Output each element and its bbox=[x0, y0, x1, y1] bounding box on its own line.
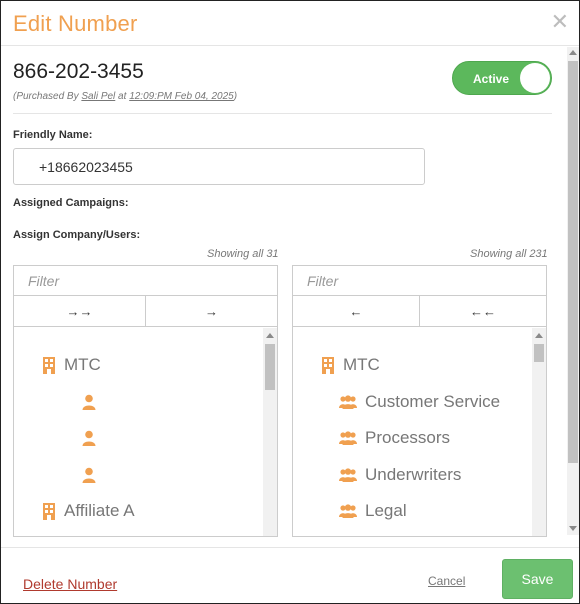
assign-company-users-label: Assign Company/Users: bbox=[13, 229, 141, 241]
edit-number-dialog: Edit Number ✕ 866-202-3455 (Purchased By… bbox=[0, 0, 580, 604]
users-icon bbox=[339, 504, 357, 518]
list-item-company[interactable]: MTC bbox=[321, 353, 380, 377]
move-all-left-button[interactable]: ←← bbox=[420, 296, 546, 326]
list-item-label: Processors bbox=[365, 428, 451, 447]
scroll-up-icon[interactable] bbox=[266, 333, 274, 338]
assigned-campaigns-label: Assigned Campaigns: bbox=[13, 197, 129, 209]
purchase-date-link[interactable]: 12:09:PM Feb 04, 2025 bbox=[129, 91, 234, 102]
users-icon bbox=[339, 431, 357, 445]
list-item-label: Underwriters bbox=[365, 465, 462, 484]
list-item-group[interactable]: Processors bbox=[339, 426, 450, 450]
list-item-company[interactable]: MTC bbox=[42, 353, 101, 377]
building-icon bbox=[42, 356, 56, 374]
dialog-scrollbar[interactable] bbox=[567, 47, 579, 535]
purchase-prefix: (Purchased By bbox=[13, 91, 82, 102]
users-icon bbox=[339, 395, 357, 409]
status-toggle-label: Active bbox=[473, 72, 510, 86]
list-item-group[interactable]: Legal bbox=[339, 499, 407, 523]
user-icon bbox=[82, 467, 96, 483]
delete-number-link[interactable]: Delete Number bbox=[23, 576, 117, 592]
toggle-knob bbox=[520, 63, 550, 93]
section-divider bbox=[13, 113, 552, 114]
list-item-user[interactable] bbox=[82, 463, 104, 487]
scroll-down-icon[interactable] bbox=[569, 526, 577, 531]
list-item-group[interactable]: Underwriters bbox=[339, 463, 461, 487]
scroll-up-icon[interactable] bbox=[569, 50, 577, 55]
purchase-suffix: ) bbox=[233, 91, 238, 102]
purchase-mid: at bbox=[115, 91, 130, 102]
list-item-label: MTC bbox=[64, 355, 101, 374]
available-list: MTC Affiliate A bbox=[14, 328, 264, 536]
dialog-header: Edit Number ✕ bbox=[1, 1, 579, 46]
assigned-list-panel: ← ←← MTC Customer Service Processors bbox=[292, 265, 547, 537]
user-icon bbox=[82, 430, 96, 446]
building-icon bbox=[42, 502, 56, 520]
user-icon bbox=[82, 394, 96, 410]
move-all-right-button[interactable]: →→ bbox=[14, 296, 146, 326]
purchase-info: (Purchased By Sali Pel at 12:09:PM Feb 0… bbox=[13, 91, 237, 102]
right-filter-input[interactable] bbox=[293, 266, 546, 296]
left-move-buttons: →→ → bbox=[14, 296, 277, 327]
assigned-list: MTC Customer Service Processors Underwri… bbox=[293, 328, 533, 536]
list-item-label: MTC bbox=[343, 355, 380, 374]
status-toggle[interactable]: Active bbox=[452, 61, 552, 95]
scrollbar-thumb[interactable] bbox=[534, 344, 544, 362]
scrollbar-thumb[interactable] bbox=[568, 61, 578, 463]
list-item-user[interactable] bbox=[82, 390, 104, 414]
phone-number: 866-202-3455 bbox=[13, 60, 144, 83]
available-list-panel: →→ → MTC bbox=[13, 265, 278, 537]
scroll-up-icon[interactable] bbox=[535, 333, 543, 338]
list-item-company[interactable]: Affiliate A bbox=[42, 499, 135, 523]
save-button[interactable]: Save bbox=[502, 559, 573, 599]
users-icon bbox=[339, 468, 357, 482]
left-filter-input[interactable] bbox=[14, 266, 277, 296]
list-item-label: Affiliate A bbox=[64, 501, 135, 520]
cancel-button[interactable]: Cancel bbox=[428, 574, 465, 588]
list-item-label: Legal bbox=[365, 501, 407, 520]
scrollbar-thumb[interactable] bbox=[265, 344, 275, 390]
list-item-user[interactable] bbox=[82, 426, 104, 450]
right-move-buttons: ← ←← bbox=[293, 296, 546, 327]
right-showing-count: Showing all 231 bbox=[470, 248, 548, 260]
list-item-label: Customer Service bbox=[365, 392, 501, 411]
close-icon[interactable]: ✕ bbox=[551, 11, 569, 33]
left-showing-count: Showing all 31 bbox=[207, 248, 279, 260]
friendly-name-input[interactable] bbox=[13, 148, 425, 185]
left-list-scrollbar[interactable] bbox=[263, 328, 277, 536]
list-item-group[interactable]: Customer Service bbox=[339, 390, 500, 414]
move-selected-right-button[interactable]: → bbox=[146, 296, 277, 326]
dialog-title: Edit Number bbox=[13, 11, 138, 36]
dialog-footer: Delete Number Cancel Save bbox=[1, 547, 579, 603]
friendly-name-label: Friendly Name: bbox=[13, 129, 93, 141]
right-list-scrollbar[interactable] bbox=[532, 328, 546, 536]
building-icon bbox=[321, 356, 335, 374]
purchased-by-link[interactable]: Sali Pel bbox=[81, 91, 115, 102]
move-selected-left-button[interactable]: ← bbox=[293, 296, 420, 326]
